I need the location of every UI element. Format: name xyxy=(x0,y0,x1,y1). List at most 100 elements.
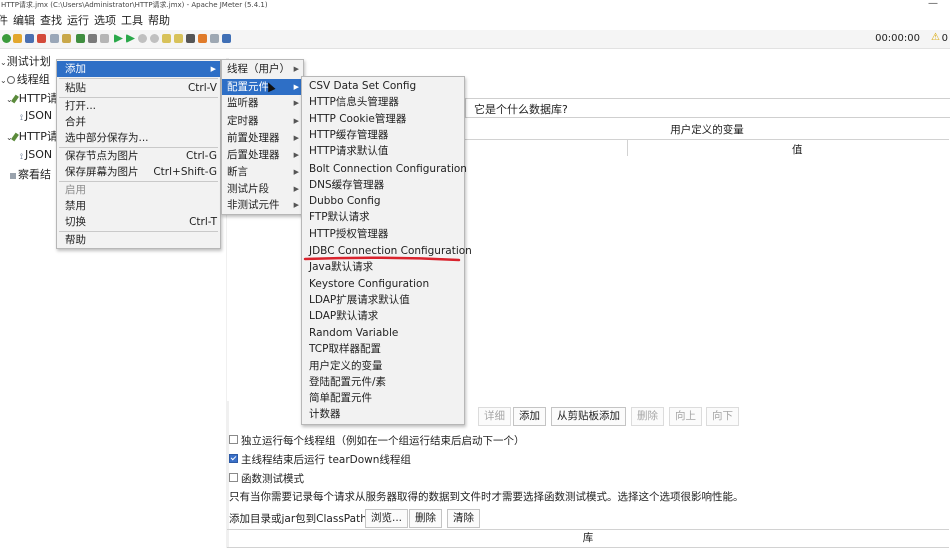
add-button[interactable]: 添加 xyxy=(513,407,546,426)
config-item-user-defined-variables[interactable]: 用户定义的变量 xyxy=(302,358,464,374)
menu-item-save-screen-image[interactable]: 保存屏幕为图片 Ctrl+Shift-G xyxy=(57,164,220,180)
menu-run[interactable]: 运行 xyxy=(67,12,89,28)
copy-icon[interactable] xyxy=(62,34,71,43)
menu-item-paste[interactable]: 粘贴 Ctrl-V xyxy=(57,80,220,96)
add-submenu: 线程（用户） ▶ 配置元件 ▶ 监听器 ▶ 定时器 ▶ 前置处理器 ▶ 后置处理器 ▶ 断言… xyxy=(221,59,304,215)
context-menu: 添加 ▶ 粘贴 Ctrl-V 打开... 合并 选中部分保存为... 保存节点为图片… xyxy=(56,59,221,249)
config-item-http-defaults[interactable]: HTTP请求默认值 xyxy=(302,143,464,159)
expand-icon[interactable] xyxy=(76,34,85,43)
binoculars-icon[interactable] xyxy=(186,34,195,43)
submenu-item-post-processor[interactable]: 后置处理器 ▶ xyxy=(222,147,303,163)
config-item-random-variable[interactable]: Random Variable xyxy=(302,325,464,341)
config-item-counter[interactable]: 计数器 xyxy=(302,406,464,422)
submenu-item-listener[interactable]: 监听器 ▶ xyxy=(222,95,303,111)
config-item-ftp-defaults[interactable]: FTP默认请求 xyxy=(302,209,464,225)
submenu-item-config-element[interactable]: 配置元件 ▶ xyxy=(222,79,303,95)
menu-item-enable[interactable]: 启用 xyxy=(57,182,220,198)
menu-edit[interactable]: 编辑 xyxy=(13,12,35,28)
classpath-label: 添加目录或jar包到ClassPath xyxy=(229,513,367,525)
open-icon[interactable] xyxy=(25,34,34,43)
menu-help[interactable]: 帮助 xyxy=(148,12,170,28)
menu-item-toggle[interactable]: 切换 Ctrl-T xyxy=(57,214,220,230)
templates-icon[interactable] xyxy=(13,34,22,43)
up-button[interactable]: 向上 xyxy=(669,407,702,426)
classpath-clear-button[interactable]: 清除 xyxy=(447,509,480,528)
new-icon[interactable] xyxy=(2,34,11,43)
submenu-item-pre-processor[interactable]: 前置处理器 ▶ xyxy=(222,130,303,146)
submenu-item-test-fragment[interactable]: 测试片段 ▶ xyxy=(222,181,303,197)
checkbox-checked[interactable] xyxy=(229,454,238,463)
delete-button[interactable]: 删除 xyxy=(631,407,664,426)
menu-tools[interactable]: 工具 xyxy=(121,12,143,28)
minimize-button[interactable]: — xyxy=(928,0,938,9)
tree-item-json-extractor-1[interactable]: ⟟ JSON xyxy=(20,109,52,122)
config-item-keystore[interactable]: Keystore Configuration xyxy=(302,276,464,292)
toolbar: 00:00:00 ⚠ 0 xyxy=(0,30,950,49)
help-icon[interactable] xyxy=(222,34,231,43)
start-icon[interactable] xyxy=(114,34,123,43)
submenu-item-threads[interactable]: 线程（用户） ▶ xyxy=(222,61,303,77)
run-groups-consecutively-option[interactable]: 独立运行每个线程组（例如在一个组运行结束后启动下一个） xyxy=(229,433,525,448)
reset-search-icon[interactable] xyxy=(198,34,207,43)
warning-triangle-icon[interactable]: ⚠ xyxy=(931,32,940,43)
config-item-tcp-sampler-config[interactable]: TCP取样器配置 xyxy=(302,341,464,357)
shutdown-icon[interactable] xyxy=(150,34,159,43)
menu-item-save-node-image[interactable]: 保存节点为图片 Ctrl-G xyxy=(57,148,220,164)
toggle-icon[interactable] xyxy=(100,34,109,43)
tree-item-test-plan[interactable]: ⌄测试计划 xyxy=(0,53,51,69)
window-title-bar: HTTP请求.jmx (C:\Users\Administrator\HTTP请… xyxy=(0,0,950,11)
save-icon[interactable] xyxy=(37,34,46,43)
tree-item-json-extractor-2[interactable]: ⟟ JSON xyxy=(20,148,52,161)
clear-all-icon[interactable] xyxy=(174,34,183,43)
menu-item-disable[interactable]: 禁用 xyxy=(57,198,220,214)
config-item-dns-cache[interactable]: DNS缓存管理器 xyxy=(302,177,464,193)
menu-item-help[interactable]: 帮助 xyxy=(57,232,220,248)
tree-item-http-request-2[interactable]: ⌄ HTTP请 xyxy=(6,128,58,144)
menu-search[interactable]: 查找 xyxy=(40,12,62,28)
browse-button[interactable]: 浏览... xyxy=(365,509,409,528)
function-helper-icon[interactable] xyxy=(210,34,219,43)
config-item-auth-manager[interactable]: HTTP授权管理器 xyxy=(302,226,464,242)
tree-item-thread-group[interactable]: ⌄ 线程组 xyxy=(0,71,50,87)
add-from-clipboard-button[interactable]: 从剪贴板添加 xyxy=(551,407,626,426)
menu-file[interactable]: 件 xyxy=(0,12,8,28)
config-item-simple-config[interactable]: 简单配置元件 xyxy=(302,390,464,406)
config-item-bolt-connection[interactable]: Bolt Connection Configuration xyxy=(302,161,467,177)
menu-item-merge[interactable]: 合并 xyxy=(57,114,220,130)
config-item-cookie-manager[interactable]: HTTP Cookie管理器 xyxy=(302,111,464,127)
teardown-after-shutdown-option[interactable]: 主线程结束后运行 tearDown线程组 xyxy=(229,452,411,467)
tree-item-http-request-1[interactable]: ⌄ HTTP请 xyxy=(6,90,58,106)
clear-icon[interactable] xyxy=(162,34,171,43)
functional-test-mode-option[interactable]: 函数测试模式 xyxy=(229,471,304,486)
menu-options[interactable]: 选项 xyxy=(94,12,116,28)
down-button[interactable]: 向下 xyxy=(706,407,739,426)
checkbox[interactable] xyxy=(229,473,238,482)
menu-item-open[interactable]: 打开... xyxy=(57,98,220,114)
menu-item-add[interactable]: 添加 ▶ xyxy=(57,61,220,77)
extractor-icon: ⟟ xyxy=(20,152,23,161)
gear-icon xyxy=(6,76,15,84)
submenu-item-assertion[interactable]: 断言 ▶ xyxy=(222,164,303,180)
config-item-cache-manager[interactable]: HTTP缓存管理器 xyxy=(302,127,464,143)
submenu-item-timer[interactable]: 定时器 ▶ xyxy=(222,113,303,129)
config-item-ldap-defaults[interactable]: LDAP默认请求 xyxy=(302,308,464,324)
start-no-pause-icon[interactable] xyxy=(126,34,135,43)
stop-icon[interactable] xyxy=(138,34,147,43)
config-item-dubbo-config[interactable]: Dubbo Config xyxy=(302,193,464,209)
value-column-header[interactable]: 值 xyxy=(792,142,803,157)
submenu-item-non-test-elements[interactable]: 非测试元件 ▶ xyxy=(222,197,303,213)
menu-item-save-selection[interactable]: 选中部分保存为... xyxy=(57,130,220,146)
detail-button[interactable]: 详细 xyxy=(478,407,511,426)
config-item-csv-data-set[interactable]: CSV Data Set Config xyxy=(302,78,464,94)
config-item-header-manager[interactable]: HTTP信息头管理器 xyxy=(302,94,464,110)
checkbox[interactable] xyxy=(229,435,238,444)
config-item-login-config[interactable]: 登陆配置元件/素 xyxy=(302,374,464,390)
library-column-header[interactable]: 库 xyxy=(227,529,949,548)
collapse-icon[interactable] xyxy=(88,34,97,43)
config-item-ldap-extended-defaults[interactable]: LDAP扩展请求默认值 xyxy=(302,292,464,308)
extractor-icon: ⟟ xyxy=(20,113,23,122)
tree-item-view-results[interactable]: 察看结 xyxy=(10,166,51,182)
comment-field[interactable]: 它是个什么数据库? xyxy=(465,98,950,118)
cut-icon[interactable] xyxy=(50,34,59,43)
classpath-delete-button[interactable]: 删除 xyxy=(409,509,442,528)
